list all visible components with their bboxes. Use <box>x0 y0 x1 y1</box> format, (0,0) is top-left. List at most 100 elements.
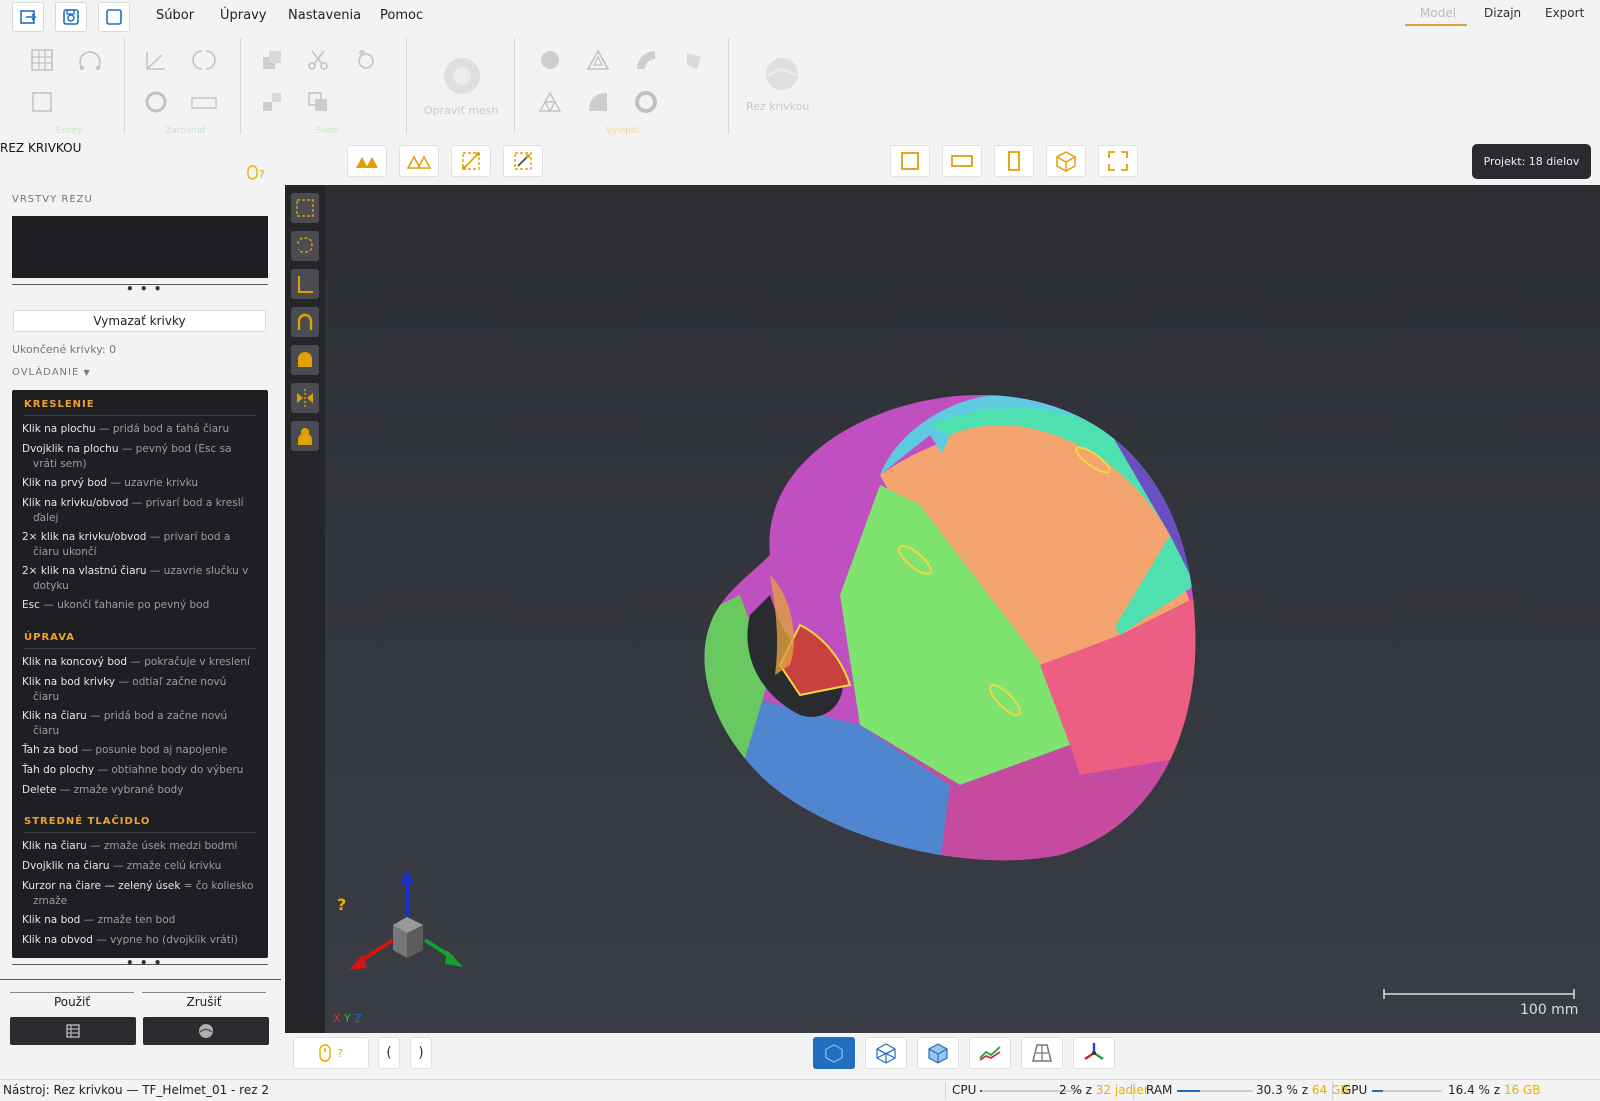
brush-icon[interactable] <box>680 46 708 74</box>
z-axis-arrow-icon <box>400 870 414 884</box>
torus-icon[interactable] <box>632 88 660 116</box>
rect-select-button[interactable] <box>291 193 319 223</box>
wireframe-icon <box>876 1043 896 1064</box>
help-item-key: Klik na čiaru <box>22 840 87 852</box>
boolean-icon[interactable] <box>258 46 286 74</box>
angle-icon[interactable] <box>142 46 170 74</box>
axis-y-label: Y <box>344 1012 351 1025</box>
preview-toggle-button[interactable] <box>143 1017 269 1045</box>
help-item-key: Klik na obvod <box>22 934 93 946</box>
frame-icon[interactable] <box>28 88 56 116</box>
fill-button[interactable] <box>291 345 319 375</box>
help-item-cont: dotyku <box>33 580 69 592</box>
select-vertices-button[interactable] <box>451 145 491 177</box>
wireframe-view-button[interactable] <box>865 1037 907 1069</box>
view-top-button[interactable] <box>942 145 982 177</box>
view-iso-button[interactable] <box>1046 145 1086 177</box>
help-item-desc: — uzavrie krivku <box>107 477 199 489</box>
new-project-button[interactable] <box>12 2 44 32</box>
ring-icon[interactable] <box>142 88 170 116</box>
helmet-model[interactable] <box>700 395 1200 865</box>
curve-icon[interactable] <box>76 46 104 74</box>
smooth-icon[interactable] <box>584 88 612 116</box>
status-text: Nástroj: Rez krivkou — TF_Helmet_01 - re… <box>3 1083 269 1097</box>
apply-button[interactable]: Použiť <box>10 992 134 1010</box>
tab-export[interactable]: Export <box>1545 6 1584 20</box>
lasso-select-button[interactable] <box>291 231 319 261</box>
tab-design[interactable]: Dizajn <box>1484 6 1521 20</box>
mirror-axis-icon <box>297 389 313 407</box>
resize-handle-bottom[interactable]: • • • <box>126 956 162 970</box>
project-badge: Projekt: 18 dielov <box>1472 144 1591 179</box>
blob-icon[interactable] <box>536 46 564 74</box>
layers-toggle-button[interactable] <box>10 1017 136 1045</box>
merge-icon[interactable] <box>304 88 332 116</box>
arc-icon[interactable] <box>632 46 660 74</box>
refine-icon[interactable] <box>352 46 380 74</box>
viewport-tool-strip <box>285 185 325 1033</box>
menu-file[interactable]: Súbor <box>156 8 194 23</box>
help-item-key: 2× klik na krivku/obvod <box>22 531 147 543</box>
tab-model[interactable]: Model <box>1420 6 1456 20</box>
scale-label: 100 mm <box>1520 1002 1579 1018</box>
help-section-drawing: KRESLENIE <box>24 399 95 410</box>
scissors-icon[interactable] <box>304 46 332 74</box>
repair-mesh-icon[interactable] <box>440 54 484 98</box>
window-button[interactable] <box>98 2 130 32</box>
curvature-view-button[interactable] <box>969 1037 1011 1069</box>
gpu-total: 16 GB <box>1503 1083 1541 1097</box>
mouse-help-button[interactable]: ? <box>293 1037 369 1069</box>
help-item-desc: — ukončí ťahanie po pevný bod <box>39 599 210 611</box>
shaded-view-button[interactable] <box>813 1037 855 1069</box>
help-item-desc: — privarí bod a kreslí <box>128 497 244 509</box>
controls-toggle[interactable]: OVLÁDANIE ▼ <box>12 367 91 378</box>
curve-cut-label[interactable]: Rez krivkou <box>746 100 809 113</box>
selection-mode-a-button[interactable] <box>347 145 387 177</box>
help-item: Klik na obvod — vypne ho (dvojklik vráti… <box>22 933 256 948</box>
help-item-desc: — posunie bod aj napojenie <box>78 744 228 756</box>
help-item: Ťah do plochy — obtiahne body do výberu <box>22 763 256 778</box>
cancel-button[interactable]: Zrušiť <box>142 992 266 1010</box>
next-button[interactable]: ) <box>410 1037 432 1069</box>
measure-button[interactable] <box>291 269 319 299</box>
select-edges-button[interactable] <box>503 145 543 177</box>
mirror-icon[interactable] <box>190 46 218 74</box>
help-item-desc: — obtiahne body do výberu <box>94 764 244 776</box>
help-item-desc: — pokračuje v kreslení <box>127 656 250 668</box>
mirror-axis-button[interactable] <box>291 383 319 413</box>
split-icon[interactable] <box>258 88 286 116</box>
fit-view-button[interactable] <box>1098 145 1138 177</box>
triangle-icon[interactable] <box>584 46 612 74</box>
axis-x-label: X <box>333 1012 341 1025</box>
save-button[interactable] <box>55 2 87 32</box>
repair-mesh-label[interactable]: Opraviť mesh <box>424 104 498 117</box>
view-side-button[interactable] <box>994 145 1034 177</box>
orientation-gizmo[interactable] <box>345 870 475 980</box>
xray-view-button[interactable] <box>917 1037 959 1069</box>
ram-meter <box>1177 1090 1253 1092</box>
selection-mode-b-button[interactable] <box>399 145 439 177</box>
mouse-help-icon[interactable]: ? <box>246 165 268 184</box>
grid-icon[interactable] <box>28 46 56 74</box>
menu-settings[interactable]: Nastavenia <box>288 8 361 23</box>
view-front-button[interactable] <box>890 145 930 177</box>
plane-icon[interactable] <box>190 88 218 116</box>
menu-help[interactable]: Pomoc <box>380 8 423 23</box>
help-item-desc: — pridá bod a začne novú <box>86 710 228 722</box>
curve-cut-icon[interactable] <box>762 54 802 94</box>
clear-curves-button[interactable]: Vymazať krivky <box>13 310 266 332</box>
floor-view-button[interactable] <box>1021 1037 1063 1069</box>
axes-view-button[interactable] <box>1073 1037 1115 1069</box>
layers-list[interactable] <box>12 216 268 278</box>
help-item-key: Ťah za bod <box>22 744 79 756</box>
lasso-icon <box>297 237 313 253</box>
person-icon <box>298 428 312 445</box>
prev-button[interactable]: ( <box>378 1037 400 1069</box>
help-item: Klik na čiaru — pridá bod a začne novú či… <box>22 709 256 739</box>
menu-edit[interactable]: Úpravy <box>220 8 266 23</box>
magnet-button[interactable] <box>291 307 319 337</box>
resize-handle-top[interactable]: • • • <box>126 282 162 296</box>
axes-icon <box>1084 1043 1104 1060</box>
triangles-icon[interactable] <box>536 88 564 116</box>
person-button[interactable] <box>291 421 319 451</box>
